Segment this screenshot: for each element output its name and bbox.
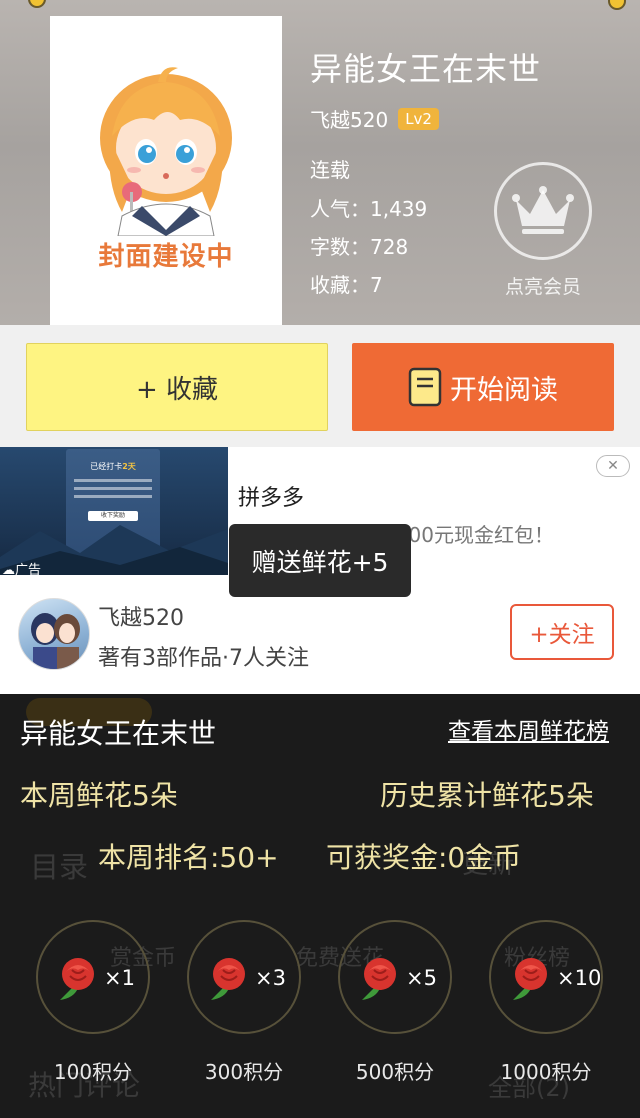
word-count: 字数：728 [310, 235, 409, 259]
flower-price[interactable]: 300积分 [164, 1056, 324, 1085]
author-name[interactable]: 飞越520 [310, 104, 388, 133]
book-header: 封面建设中 异能女王在末世 飞越520 Lv2 连载 人气：1,439 字数：7… [0, 0, 640, 325]
author-card[interactable]: 飞越520 著有3部作品·7人关注 +关注 [0, 584, 640, 694]
book-cover[interactable]: 封面建设中 [50, 16, 282, 325]
week-flowers: 本周鲜花5朵 [20, 779, 178, 812]
bonus-coins: 可获奖金:0金币 [326, 841, 522, 874]
flower-option-3[interactable]: ×3 [187, 920, 301, 1034]
avatar-illustration [31, 613, 80, 669]
rose-icon [211, 958, 245, 1000]
underlay-toc: 目录 [30, 850, 89, 884]
action-bar: + 收藏 开始阅读 [0, 325, 640, 447]
flower-price[interactable]: 500积分 [315, 1056, 475, 1085]
ad-thumb-row [74, 495, 152, 498]
book-title: 异能女王在末世 [310, 50, 542, 88]
favorites-count: 收藏：7 [310, 273, 383, 297]
flower-count: ×3 [255, 966, 286, 990]
level-badge: Lv2 [398, 107, 439, 130]
flower-option-5[interactable]: ×5 [338, 920, 452, 1034]
flower-option-1[interactable]: ×1 [36, 920, 150, 1034]
close-icon[interactable]: ✕ [596, 455, 630, 477]
popularity-count: 人气：1,439 [310, 197, 428, 221]
popup-backdrop[interactable]: 目录 更新 赏金币 免费送花 粉丝榜 热门评论 全部(2) [0, 694, 640, 1118]
serial-status: 连载 [310, 158, 350, 182]
vip-label[interactable]: 点亮会员 [494, 272, 592, 299]
flower-price[interactable]: 100积分 [13, 1056, 173, 1085]
vip-button[interactable] [494, 162, 592, 260]
toast-message: 赠送鲜花+5 [229, 524, 411, 597]
author-card-info: 著有3部作品·7人关注 [98, 646, 309, 671]
ad-thumb-title: 已经打卡2天 [90, 462, 136, 471]
week-rank: 本周排名:50+ [98, 841, 279, 874]
ad-tag: ☁广告 [2, 563, 42, 575]
follow-button[interactable]: +关注 [510, 604, 614, 660]
book-icon [408, 367, 442, 407]
cover-girl-illustration [100, 67, 232, 236]
corner-decoration-right-icon [608, 0, 626, 10]
author-card-name[interactable]: 飞越520 [98, 600, 184, 632]
cover-placeholder-text: 封面建设中 [98, 242, 234, 272]
flower-count: ×1 [104, 966, 135, 990]
flower-count: ×5 [406, 966, 437, 990]
add-favorite-button[interactable]: + 收藏 [26, 343, 328, 431]
ad-thumb-row [74, 487, 152, 490]
corner-decoration-left-icon [28, 0, 46, 8]
flower-count: ×10 [557, 966, 602, 990]
ad-thumb-row [74, 479, 152, 482]
crown-icon [512, 186, 574, 234]
author-row: 飞越520 Lv2 [310, 104, 439, 133]
rose-icon [362, 958, 396, 1000]
start-reading-label: 开始阅读 [450, 374, 558, 406]
start-reading-button[interactable]: 开始阅读 [352, 343, 614, 431]
flower-option-10[interactable]: ×10 [489, 920, 603, 1034]
ad-brand[interactable]: 拼多多 [238, 480, 304, 512]
total-flowers: 历史累计鲜花5朵 [380, 779, 594, 812]
weekly-flower-rank-link[interactable]: 查看本周鲜花榜 [448, 712, 609, 746]
flower-price[interactable]: 1000积分 [466, 1056, 626, 1085]
ad-thumbnail[interactable]: 已经打卡2天 收下奖励 ☁广告 [0, 447, 228, 575]
avatar[interactable] [18, 598, 90, 670]
rose-icon [60, 958, 94, 1000]
popup-book-title: 异能女王在末世 [20, 717, 217, 750]
rose-icon [513, 958, 547, 1000]
